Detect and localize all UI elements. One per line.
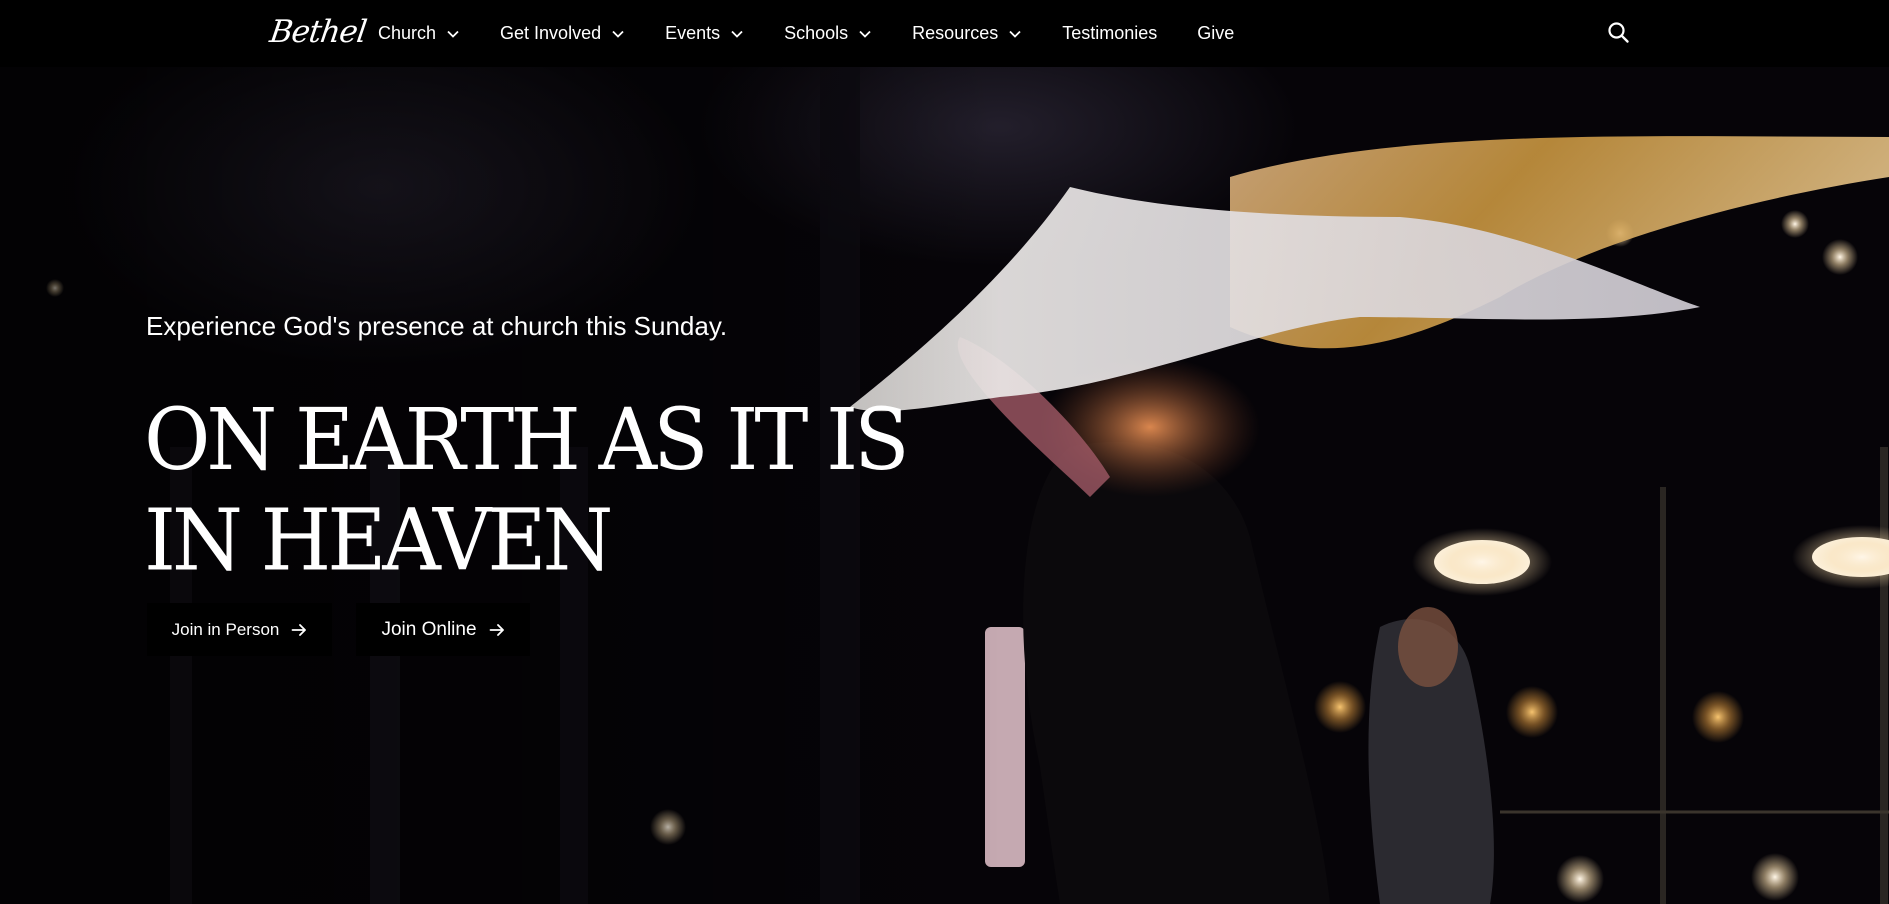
- nav-item-church[interactable]: Church: [378, 23, 460, 44]
- nav-item-label: Events: [665, 23, 721, 43]
- nav-item-resources[interactable]: Resources: [912, 23, 1022, 44]
- hero-tagline: Experience God's presence at church this…: [146, 311, 728, 341]
- bethel-logo[interactable]: Bethel: [267, 12, 368, 52]
- join-in-person-button[interactable]: Join in Person: [147, 603, 332, 656]
- join-online-button[interactable]: Join Online: [356, 603, 530, 656]
- main-menu: Church Get Involved Events Schools Resou…: [378, 0, 1274, 67]
- nav-item-label: Schools: [784, 23, 849, 43]
- nav-item-give[interactable]: Give: [1197, 23, 1234, 44]
- top-navigation: Bethel Church Get Involved Events School…: [0, 0, 1889, 67]
- button-label: Join Online: [381, 618, 477, 640]
- nav-item-label: Get Involved: [500, 23, 602, 43]
- search-icon[interactable]: [1606, 20, 1630, 44]
- nav-item-label: Resources: [912, 23, 999, 43]
- button-label: Join in Person: [171, 619, 280, 639]
- hero-section: Experience God's presence at church this…: [0, 67, 1889, 904]
- nav-item-schools[interactable]: Schools: [784, 23, 872, 44]
- nav-item-get-involved[interactable]: Get Involved: [500, 23, 625, 44]
- headline-line: IN HEAVEN: [144, 491, 613, 591]
- nav-item-label: Church: [378, 23, 437, 43]
- chevron-down-icon: [859, 30, 871, 38]
- chevron-down-icon: [731, 30, 743, 38]
- arrow-right-icon: [291, 623, 307, 636]
- hero-headline: ON EARTH AS IT IS IN HEAVEN: [144, 390, 910, 592]
- nav-item-testimonies[interactable]: Testimonies: [1062, 23, 1157, 44]
- nav-item-label: Give: [1197, 23, 1235, 43]
- chevron-down-icon: [612, 30, 624, 38]
- arrow-right-icon: [489, 623, 504, 636]
- headline-line: ON EARTH AS IT IS: [144, 391, 910, 490]
- chevron-down-icon: [447, 30, 459, 38]
- page: Bethel Church Get Involved Events School…: [0, 0, 1889, 904]
- chevron-down-icon: [1009, 30, 1021, 38]
- nav-item-events[interactable]: Events: [665, 23, 744, 44]
- nav-item-label: Testimonies: [1062, 23, 1158, 43]
